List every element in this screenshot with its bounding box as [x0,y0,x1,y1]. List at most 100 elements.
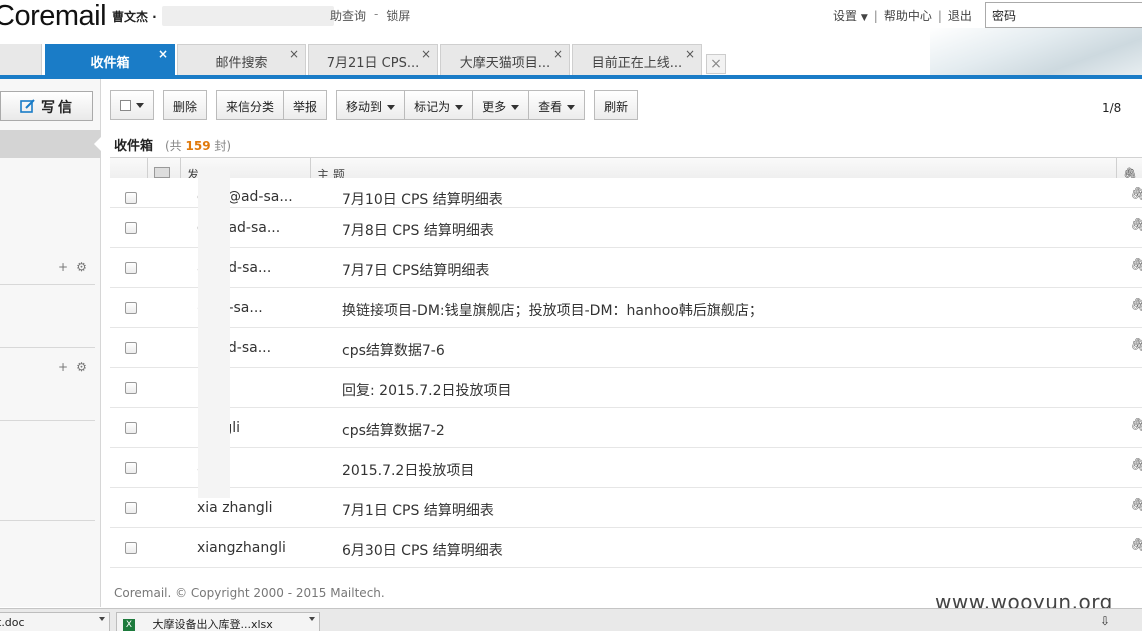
right-links: 设置 ▼ | 帮助中心 | 退出 [833,7,972,24]
row-subject[interactable]: cps结算数据7-6 [342,340,445,360]
select-all-dropdown[interactable] [110,90,154,120]
settings-link[interactable]: 设置 ▼ [833,7,868,24]
close-all-tabs-icon[interactable]: × [706,54,726,74]
paperclip-icon: 🖇 [1130,538,1142,553]
table-row[interactable]: 回复: 2015.7.2日投放项目 [110,368,1142,408]
redacted-area [198,168,230,498]
table-row[interactable]: i @ad-sa... cps结算数据7-6 🖇 [110,328,1142,368]
tab-bar: 收件箱 × 邮件搜索 × 7月21日 CPS... × 大摩天猫项目... × … [0,44,1142,75]
move-to-button[interactable]: 移动到 [336,90,406,120]
report-button[interactable]: 举报 [283,90,328,120]
help-query-link[interactable]: 助查询 [330,7,366,24]
taskbar-item-doc[interactable]: t.doc [0,612,110,631]
row-checkbox[interactable] [125,192,137,204]
gear-icon[interactable]: ⚙ [76,260,87,274]
close-icon[interactable]: × [289,47,299,61]
table-row[interactable]: da@ad-sa... 7月8日 CPS 结算明细表 🖇 [110,208,1142,248]
row-subject[interactable]: 回复: 2015.7.2日投放项目 [342,380,512,400]
paperclip-icon: 🖇 [1130,218,1142,233]
count-prefix: (共 [165,139,182,153]
lock-screen-link[interactable]: 锁屏 [386,7,410,24]
task-label: 大摩设备出入库登...xlsx [152,618,273,631]
tab-cps-0721[interactable]: 7月21日 CPS... × [308,44,438,75]
count-suffix: 封) [214,139,232,153]
add-folder-icon[interactable]: + [58,260,68,274]
left-sidebar: 写信 + ⚙ + ⚙ [0,79,102,607]
logout-link[interactable]: 退出 [948,7,972,24]
row-checkbox[interactable] [125,502,137,514]
row-subject[interactable]: 7月7日 CPS结算明细表 [342,260,489,280]
redacted-area [162,6,334,26]
row-subject[interactable]: 6月30日 CPS 结算明细表 [342,540,503,560]
delete-button[interactable]: 删除 [163,90,208,120]
table-row[interactable]: angli 2015.7.2日投放项目 🖇 [110,448,1142,488]
more-button[interactable]: 更多 [472,90,530,120]
mail-toolbar: 删除 来信分类 举报 移动到 标记为 更多 查看 刷新 [110,90,639,120]
row-subject[interactable]: 2015.7.2日投放项目 [342,460,474,480]
tab-online-now[interactable]: 目前正在上线... × [572,44,702,75]
close-icon[interactable]: × [685,47,695,61]
mark-as-button[interactable]: 标记为 [404,90,474,120]
tab-label: 目前正在上线... [591,56,683,71]
table-row[interactable]: xia zhangli 7月1日 CPS 结算明细表 🖇 [110,488,1142,528]
row-subject[interactable]: 7月10日 CPS 结算明细表 [342,189,503,209]
label-tools: + ⚙ [58,360,87,374]
table-row[interactable]: a@ad-sa... 7月7日 CPS结算明细表 🖇 [110,248,1142,288]
tab-left-stub[interactable] [0,44,42,75]
row-subject[interactable]: 7月1日 CPS 结算明细表 [342,500,494,520]
taskbar-item-xlsx[interactable]: X 大摩设备出入库登...xlsx [116,612,320,631]
coremail-logo: Coremail [0,0,107,32]
view-button[interactable]: 查看 [528,90,586,120]
table-row[interactable]: eida@ad-sa... 7月10日 CPS 结算明细表 🖇 [110,178,1142,208]
paperclip-icon: 🖇 [1130,298,1142,313]
sidebar-divider [0,347,95,348]
paperclip-icon: 🖇 [1130,418,1142,433]
gear-icon[interactable]: ⚙ [76,360,87,374]
row-subject[interactable]: 7月8日 CPS 结算明细表 [342,220,494,240]
help-center-link[interactable]: 帮助中心 [884,7,932,24]
row-checkbox[interactable] [125,342,137,354]
table-row[interactable]: xiangzhangli 6月30日 CPS 结算明细表 🖇 [110,528,1142,568]
sender-category-button[interactable]: 来信分类 [216,90,285,120]
view-label: 查看 [538,100,563,114]
download-icon[interactable]: ⇩ [1100,614,1110,628]
row-checkbox[interactable] [125,542,137,554]
chevron-down-icon [455,105,464,110]
table-row[interactable]: hangli cps结算数据7-2 🖇 [110,408,1142,448]
envelope-icon [154,167,170,178]
chevron-down-icon [511,105,520,110]
row-checkbox[interactable] [125,462,137,474]
copyright-text: Coremail. © Copyright 2000 - 2015 Mailte… [114,586,385,600]
select-all-checkbox[interactable] [120,100,131,111]
row-subject[interactable]: 换链接项目-DM:钱皇旗舰店；投放项目-DM：hanhoo韩后旗舰店； [342,300,763,320]
chevron-down-icon [136,103,144,108]
tab-label: 大摩天猫项目... [459,56,551,71]
row-checkbox[interactable] [125,422,137,434]
row-subject[interactable]: cps结算数据7-2 [342,420,445,440]
tab-mail-search[interactable]: 邮件搜索 × [177,44,306,75]
add-label-icon[interactable]: + [58,360,68,374]
compose-button[interactable]: 写信 [0,91,93,121]
folder-title: 收件箱 [114,139,154,154]
close-icon[interactable]: × [421,47,431,61]
sidebar-item-inbox[interactable] [0,130,102,158]
password-input[interactable] [985,2,1142,28]
page-indicator[interactable]: 1/8 [1102,101,1121,115]
tab-damo-tmall[interactable]: 大摩天猫项目... × [440,44,570,75]
chevron-down-icon [567,105,576,110]
top-bar: Coremail 曹文杰 · 助查询 - 锁屏 设置 ▼ | 帮助中心 | 退出 [0,0,1142,76]
tab-label: 收件箱 [90,56,130,71]
row-checkbox[interactable] [125,222,137,234]
tab-label: 邮件搜索 [215,56,268,71]
row-checkbox[interactable] [125,262,137,274]
row-checkbox[interactable] [125,302,137,314]
tab-inbox[interactable]: 收件箱 × [45,44,175,75]
compose-icon [20,98,36,114]
row-checkbox[interactable] [125,382,137,394]
refresh-button[interactable]: 刷新 [594,90,639,120]
top-links: 助查询 - 锁屏 [330,7,410,24]
table-row[interactable]: @ad-sa... 换链接项目-DM:钱皇旗舰店；投放项目-DM：hanhoo韩… [110,288,1142,328]
top-link-separator: - [374,7,379,21]
close-icon[interactable]: × [553,47,563,61]
close-icon[interactable]: × [158,47,168,61]
